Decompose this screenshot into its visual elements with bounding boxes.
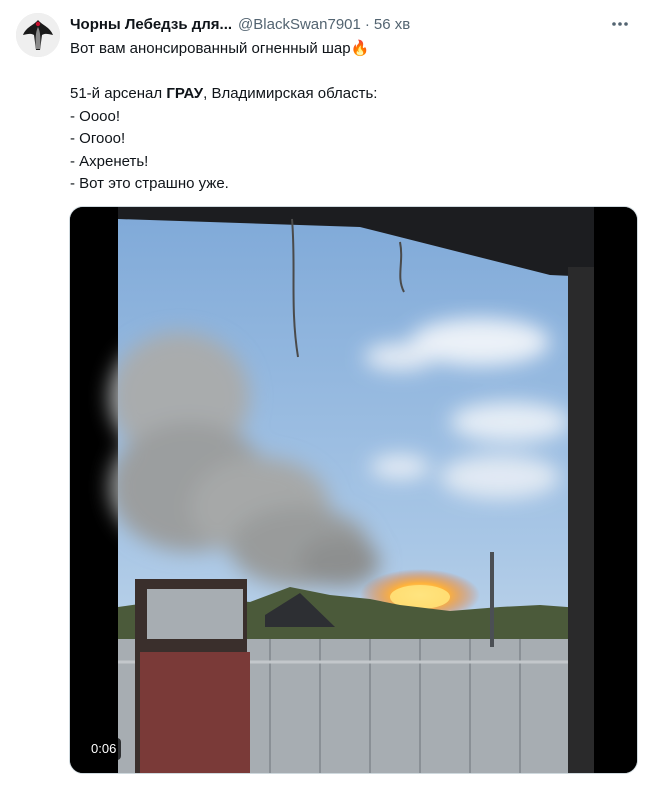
video-frame <box>70 207 637 773</box>
tweet-line-3: 51-й арсенал ГРАУ, Владимирская область: <box>70 85 378 102</box>
tweet-header: Чорны Лебедзь для... @BlackSwan7901 · 56… <box>70 13 410 35</box>
tweet-text: Вот вам анонсированный огненный шар🔥 51-… <box>70 38 630 196</box>
author-name[interactable]: Чорны Лебедзь для... <box>70 16 232 33</box>
tweet-line-4: - Оооо! <box>70 107 121 125</box>
video-duration-badge: 0:06 <box>86 738 122 760</box>
tweet-line-1: Вот вам анонсированный огненный шар🔥 <box>70 40 370 57</box>
timestamp[interactable]: 56 хв <box>374 16 410 33</box>
fire-emoji-icon: 🔥 <box>350 40 370 57</box>
black-swan-avatar-icon <box>16 13 60 57</box>
tweet[interactable]: Чорны Лебедзь для... @BlackSwan7901 · 56… <box>0 0 649 786</box>
avatar[interactable] <box>16 13 60 57</box>
separator: · <box>364 15 370 33</box>
author-handle[interactable]: @BlackSwan7901 <box>238 16 361 33</box>
tweet-line-5: - Огооо! <box>70 130 126 147</box>
more-options-icon <box>612 22 628 26</box>
tweet-line-7: - Вот это страшно уже. <box>70 175 229 192</box>
tweet-line-6: - Ахренеть! <box>70 152 149 170</box>
video-player[interactable] <box>69 206 638 774</box>
more-options-button[interactable] <box>607 12 633 36</box>
bold-word: ГРАУ <box>166 85 204 102</box>
